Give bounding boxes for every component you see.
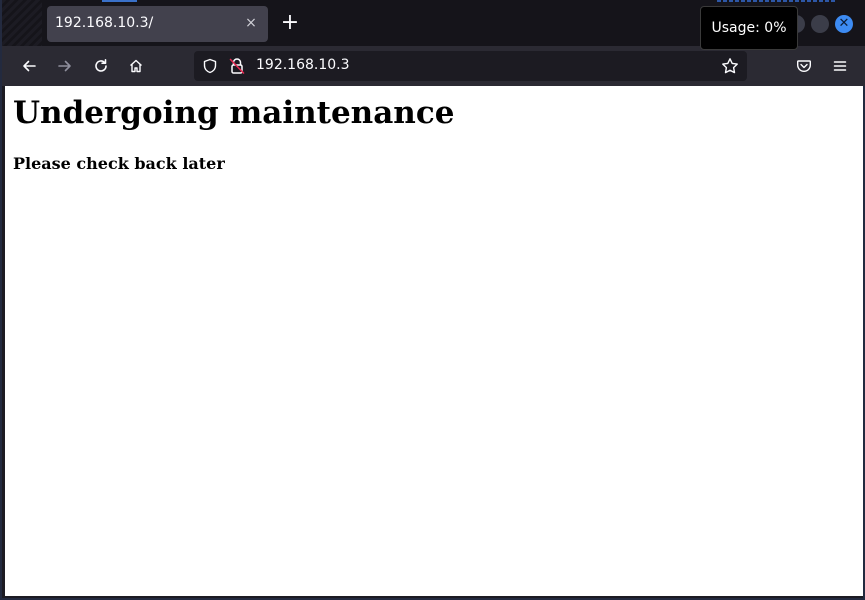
shield-icon[interactable] (202, 58, 218, 78)
usage-tooltip: Usage: 0% (700, 6, 798, 50)
url-bar[interactable]: 192.168.10.3 (194, 51, 747, 81)
insecure-lock-icon[interactable] (229, 57, 245, 79)
maximize-button[interactable] (811, 15, 829, 33)
tab-title: 192.168.10.3/ (55, 15, 154, 31)
page-subtitle: Please check back later (13, 154, 225, 173)
browser-tab[interactable]: 192.168.10.3/ × (47, 6, 268, 42)
tab-close-icon[interactable]: × (242, 14, 260, 32)
pocket-button[interactable] (793, 55, 815, 77)
menu-button[interactable] (829, 55, 851, 77)
arrow-right-icon (58, 60, 71, 72)
forward-button[interactable] (54, 55, 76, 77)
browser-window: 192.168.10.3/ × + ✕ Usage: 0% 192.168.10… (0, 0, 865, 600)
bookmark-star-icon[interactable] (721, 57, 739, 79)
reload-button[interactable] (90, 55, 112, 77)
titlebar-accent-right (717, 0, 837, 2)
pocket-icon (797, 60, 811, 72)
titlebar-accent (102, 0, 137, 2)
hamburger-menu-icon (833, 61, 847, 71)
new-tab-button[interactable]: + (279, 12, 301, 34)
reload-icon (95, 59, 107, 72)
page-title: Undergoing maintenance (13, 95, 455, 131)
home-button[interactable] (125, 55, 147, 77)
page-content: Undergoing maintenance Please check back… (5, 86, 863, 596)
home-icon (130, 59, 142, 73)
titlebar-decoration (2, 0, 42, 46)
arrow-left-icon (23, 60, 36, 72)
navigation-toolbar: 192.168.10.3 (2, 46, 865, 86)
url-text[interactable]: 192.168.10.3 (256, 57, 350, 73)
back-button[interactable] (18, 55, 40, 77)
window-close-button[interactable]: ✕ (835, 15, 853, 33)
